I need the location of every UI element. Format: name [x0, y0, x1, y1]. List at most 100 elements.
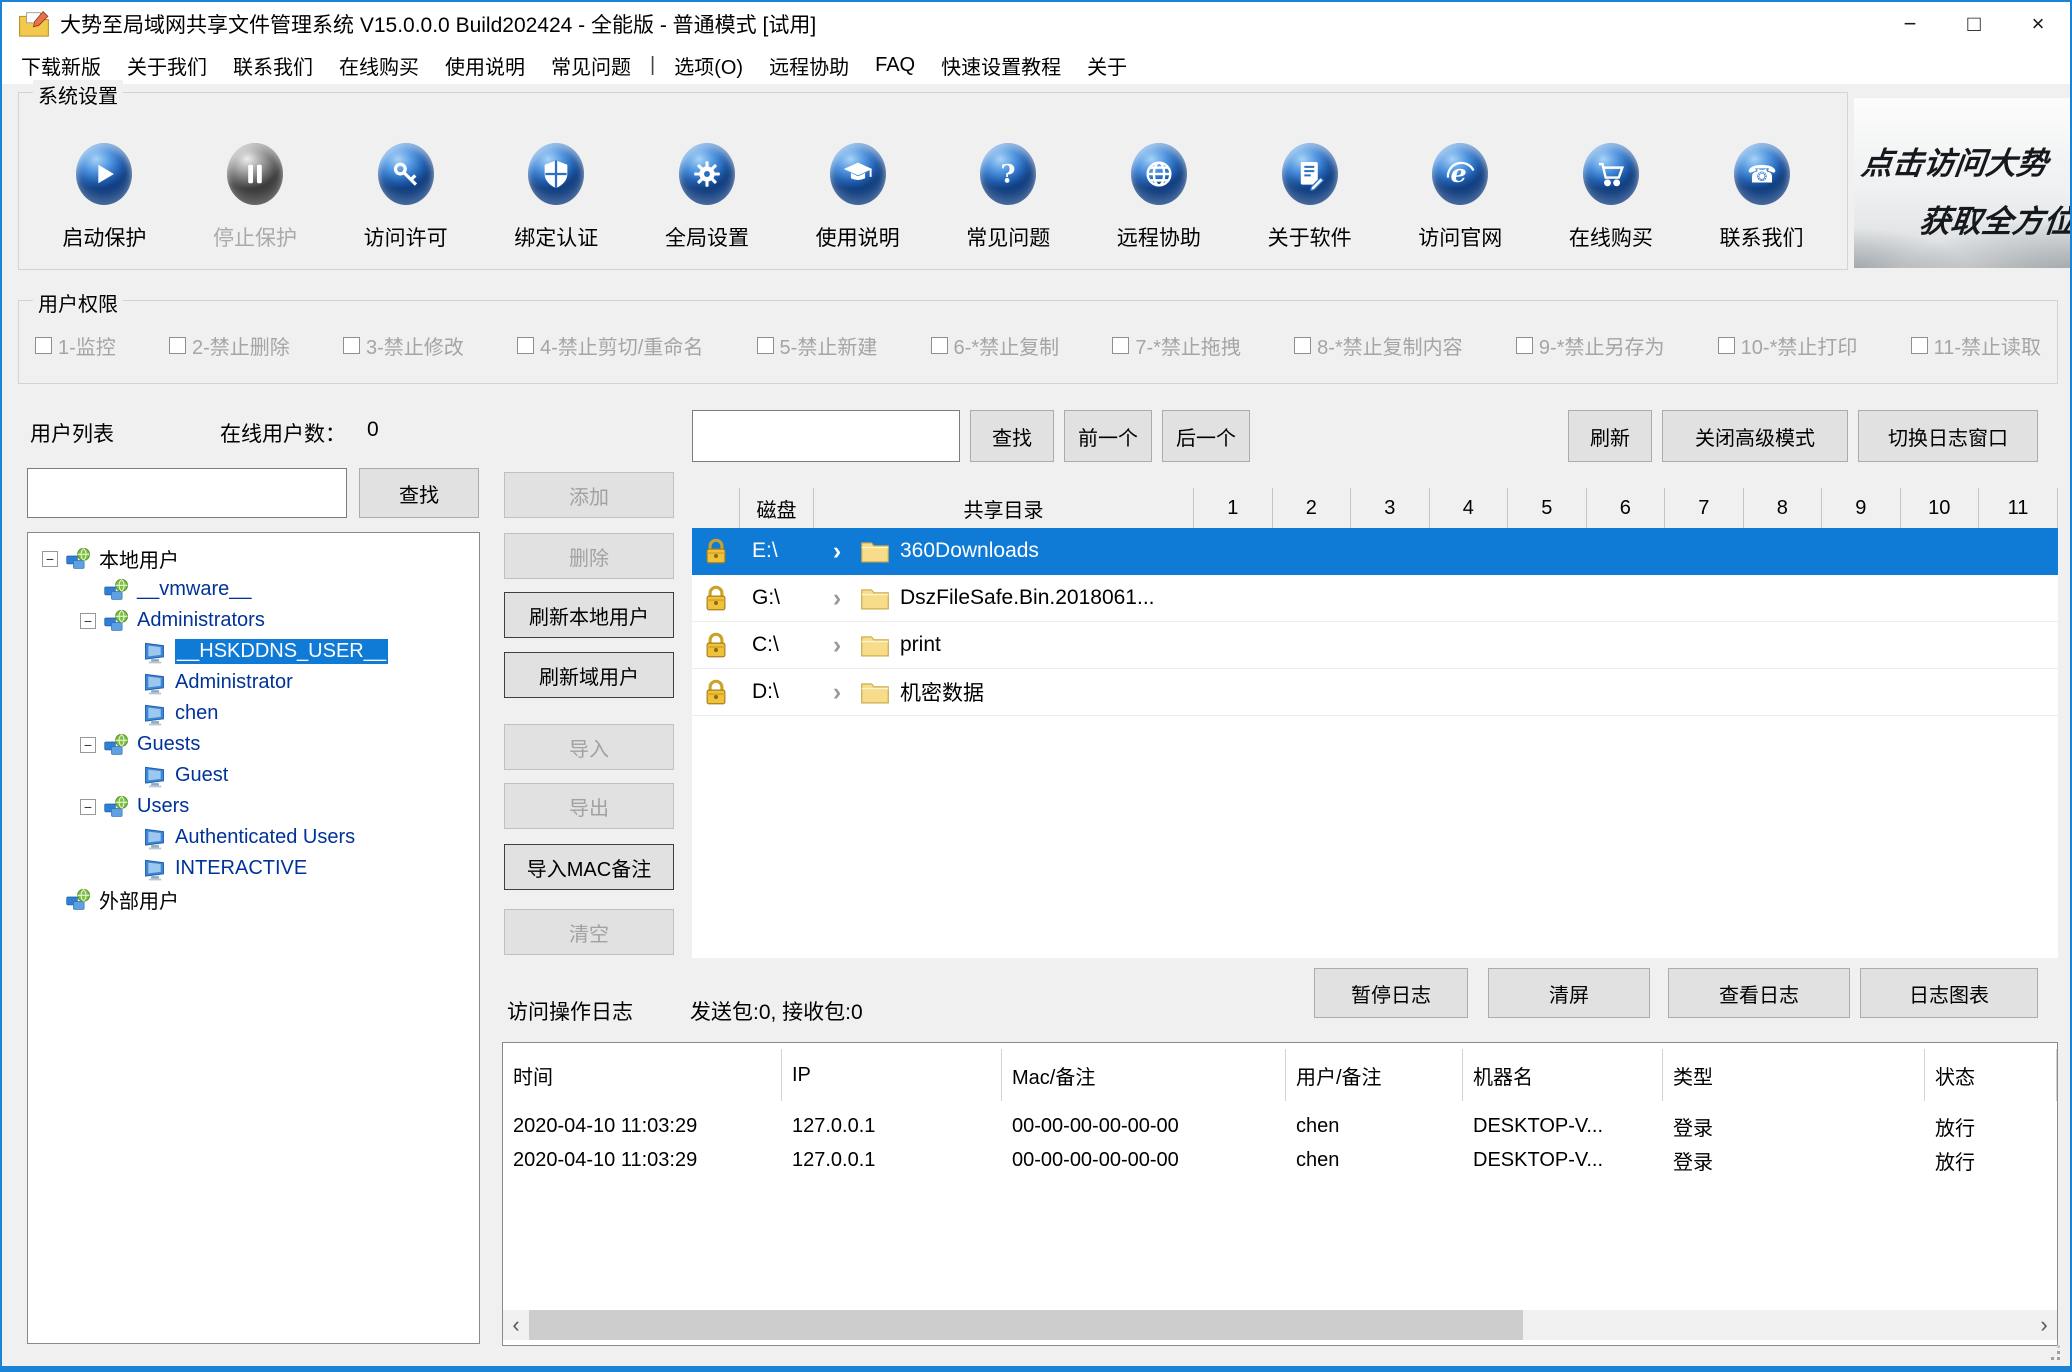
permission-checkbox-5[interactable]	[757, 337, 774, 354]
tree-expander-icon[interactable]: −	[80, 799, 96, 815]
horizontal-scrollbar[interactable]: ‹ ›	[503, 1310, 2057, 1340]
toggle-log-window-button[interactable]: 切换日志窗口	[1858, 410, 2038, 462]
menu-usage[interactable]: 使用说明	[432, 49, 538, 82]
share-column-header[interactable]: 9	[1822, 488, 1901, 528]
chevron-right-icon[interactable]: ›	[814, 678, 860, 707]
log-column-header[interactable]: 状态	[1925, 1049, 2057, 1101]
log-column-header[interactable]: IP	[782, 1049, 1002, 1101]
tree-item[interactable]: −Administrators	[28, 605, 479, 636]
tool-contact-us[interactable]: ☎联系我们	[1697, 143, 1827, 252]
share-find-button[interactable]: 查找	[970, 410, 1054, 462]
log-row[interactable]: 2020-04-10 11:03:29127.0.0.100-00-00-00-…	[503, 1143, 2057, 1177]
tree-item[interactable]: Guest	[28, 760, 479, 791]
tree-expander-icon[interactable]: −	[80, 737, 96, 753]
menu-faq[interactable]: 常见问题	[538, 49, 644, 82]
refresh-button[interactable]: 刷新	[1568, 410, 1652, 462]
share-column-header[interactable]: 8	[1744, 488, 1823, 528]
tree-item[interactable]: INTERACTIVE	[28, 853, 479, 884]
import-mac-notes-button[interactable]: 导入MAC备注	[504, 844, 674, 890]
clear-screen-button[interactable]: 清屏	[1488, 968, 1650, 1018]
tool-start-protection[interactable]: 启动保护	[39, 143, 169, 252]
pause-log-button[interactable]: 暂停日志	[1314, 968, 1468, 1018]
log-column-header[interactable]: 时间	[503, 1049, 782, 1101]
tool-remote-assist[interactable]: 远程协助	[1094, 143, 1224, 252]
close-button[interactable]: ×	[2006, 2, 2070, 46]
scroll-left-icon[interactable]: ‹	[503, 1312, 529, 1338]
tool-faq[interactable]: ?常见问题	[943, 143, 1073, 252]
tree-item[interactable]: −Users	[28, 791, 479, 822]
tool-access-permission[interactable]: 访问许可	[341, 143, 471, 252]
share-column-header[interactable]: 5	[1508, 488, 1587, 528]
menu-faq-en[interactable]: FAQ	[862, 52, 928, 79]
previous-button[interactable]: 前一个	[1064, 410, 1152, 462]
permission-checkbox-11[interactable]	[1911, 337, 1928, 354]
share-column-header[interactable]: 1	[1194, 488, 1273, 528]
scrollbar-thumb[interactable]	[529, 1310, 1523, 1340]
chevron-right-icon[interactable]: ›	[814, 631, 860, 660]
tree-item[interactable]: −本地用户	[28, 543, 479, 574]
menu-buy-online[interactable]: 在线购买	[326, 49, 432, 82]
menu-about-us[interactable]: 关于我们	[114, 49, 220, 82]
share-column-header[interactable]: 共享目录	[814, 488, 1194, 528]
permission-checkbox-1[interactable]	[35, 337, 52, 354]
permission-checkbox-2[interactable]	[169, 337, 186, 354]
log-chart-button[interactable]: 日志图表	[1860, 968, 2038, 1018]
tool-global-settings[interactable]: 全局设置	[642, 143, 772, 252]
log-column-header[interactable]: 类型	[1663, 1049, 1925, 1101]
user-search-input[interactable]	[27, 468, 347, 518]
log-row[interactable]: 2020-04-10 11:03:29127.0.0.100-00-00-00-…	[503, 1109, 2057, 1143]
refresh-domain-users-button[interactable]: 刷新域用户	[504, 652, 674, 698]
log-column-header[interactable]: 机器名	[1463, 1049, 1663, 1101]
tool-visit-website[interactable]: e访问官网	[1395, 143, 1525, 252]
share-column-header[interactable]: 3	[1351, 488, 1430, 528]
chevron-right-icon[interactable]: ›	[814, 537, 860, 566]
tree-expander-icon[interactable]: −	[42, 551, 58, 567]
minimize-button[interactable]: −	[1878, 2, 1942, 46]
tool-usage-help[interactable]: 使用说明	[793, 143, 923, 252]
close-advanced-mode-button[interactable]: 关闭高级模式	[1662, 410, 1848, 462]
share-column-header[interactable]: 磁盘	[740, 488, 814, 528]
tree-item[interactable]: __HSKDDNS_USER__	[28, 636, 479, 667]
refresh-local-users-button[interactable]: 刷新本地用户	[504, 592, 674, 638]
permission-checkbox-3[interactable]	[343, 337, 360, 354]
tool-buy-online[interactable]: 在线购买	[1546, 143, 1676, 252]
permission-checkbox-6[interactable]	[931, 337, 948, 354]
scroll-right-icon[interactable]: ›	[2031, 1312, 2057, 1338]
share-row[interactable]: G:\›DszFileSafe.Bin.2018061...	[692, 575, 2058, 622]
tool-about-software[interactable]: 关于软件	[1245, 143, 1375, 252]
tree-item[interactable]: −Guests	[28, 729, 479, 760]
menu-about[interactable]: 关于	[1074, 49, 1140, 82]
log-column-header[interactable]: Mac/备注	[1002, 1049, 1286, 1101]
menu-download-new[interactable]: 下载新版	[8, 49, 114, 82]
share-column-header[interactable]: 7	[1665, 488, 1744, 528]
permission-checkbox-7[interactable]	[1112, 337, 1129, 354]
menu-remote-assist[interactable]: 远程协助	[756, 49, 862, 82]
maximize-button[interactable]: □	[1942, 2, 2006, 46]
chevron-right-icon[interactable]: ›	[814, 584, 860, 613]
share-column-header[interactable]: 11	[1979, 488, 2058, 528]
share-row[interactable]: C:\›print	[692, 622, 2058, 669]
permission-checkbox-10[interactable]	[1718, 337, 1735, 354]
permission-checkbox-8[interactable]	[1294, 337, 1311, 354]
promo-banner[interactable]: 点击访问大势 获取全方位	[1854, 98, 2070, 268]
menu-contact-us[interactable]: 联系我们	[220, 49, 326, 82]
permission-checkbox-9[interactable]	[1516, 337, 1533, 354]
tree-item[interactable]: Authenticated Users	[28, 822, 479, 853]
next-button[interactable]: 后一个	[1162, 410, 1250, 462]
share-search-input[interactable]	[692, 410, 960, 462]
tree-item[interactable]: __vmware__	[28, 574, 479, 605]
tool-bind-authentication[interactable]: 绑定认证	[491, 143, 621, 252]
share-column-header[interactable]: 10	[1901, 488, 1980, 528]
share-column-header[interactable]: 4	[1430, 488, 1509, 528]
menu-options[interactable]: 选项(O)	[661, 49, 756, 82]
share-row[interactable]: E:\›360Downloads	[692, 528, 2058, 575]
user-search-button[interactable]: 查找	[359, 468, 479, 518]
share-row[interactable]: D:\›机密数据	[692, 669, 2058, 716]
tree-item[interactable]: 外部用户	[28, 884, 479, 915]
menu-quick-setup-tutorial[interactable]: 快速设置教程	[928, 49, 1074, 82]
share-column-header[interactable]: 6	[1587, 488, 1666, 528]
tree-item[interactable]: Administrator	[28, 667, 479, 698]
log-column-header[interactable]: 用户/备注	[1286, 1049, 1463, 1101]
resize-grip[interactable]	[2057, 1357, 2060, 1360]
tree-expander-icon[interactable]: −	[80, 613, 96, 629]
